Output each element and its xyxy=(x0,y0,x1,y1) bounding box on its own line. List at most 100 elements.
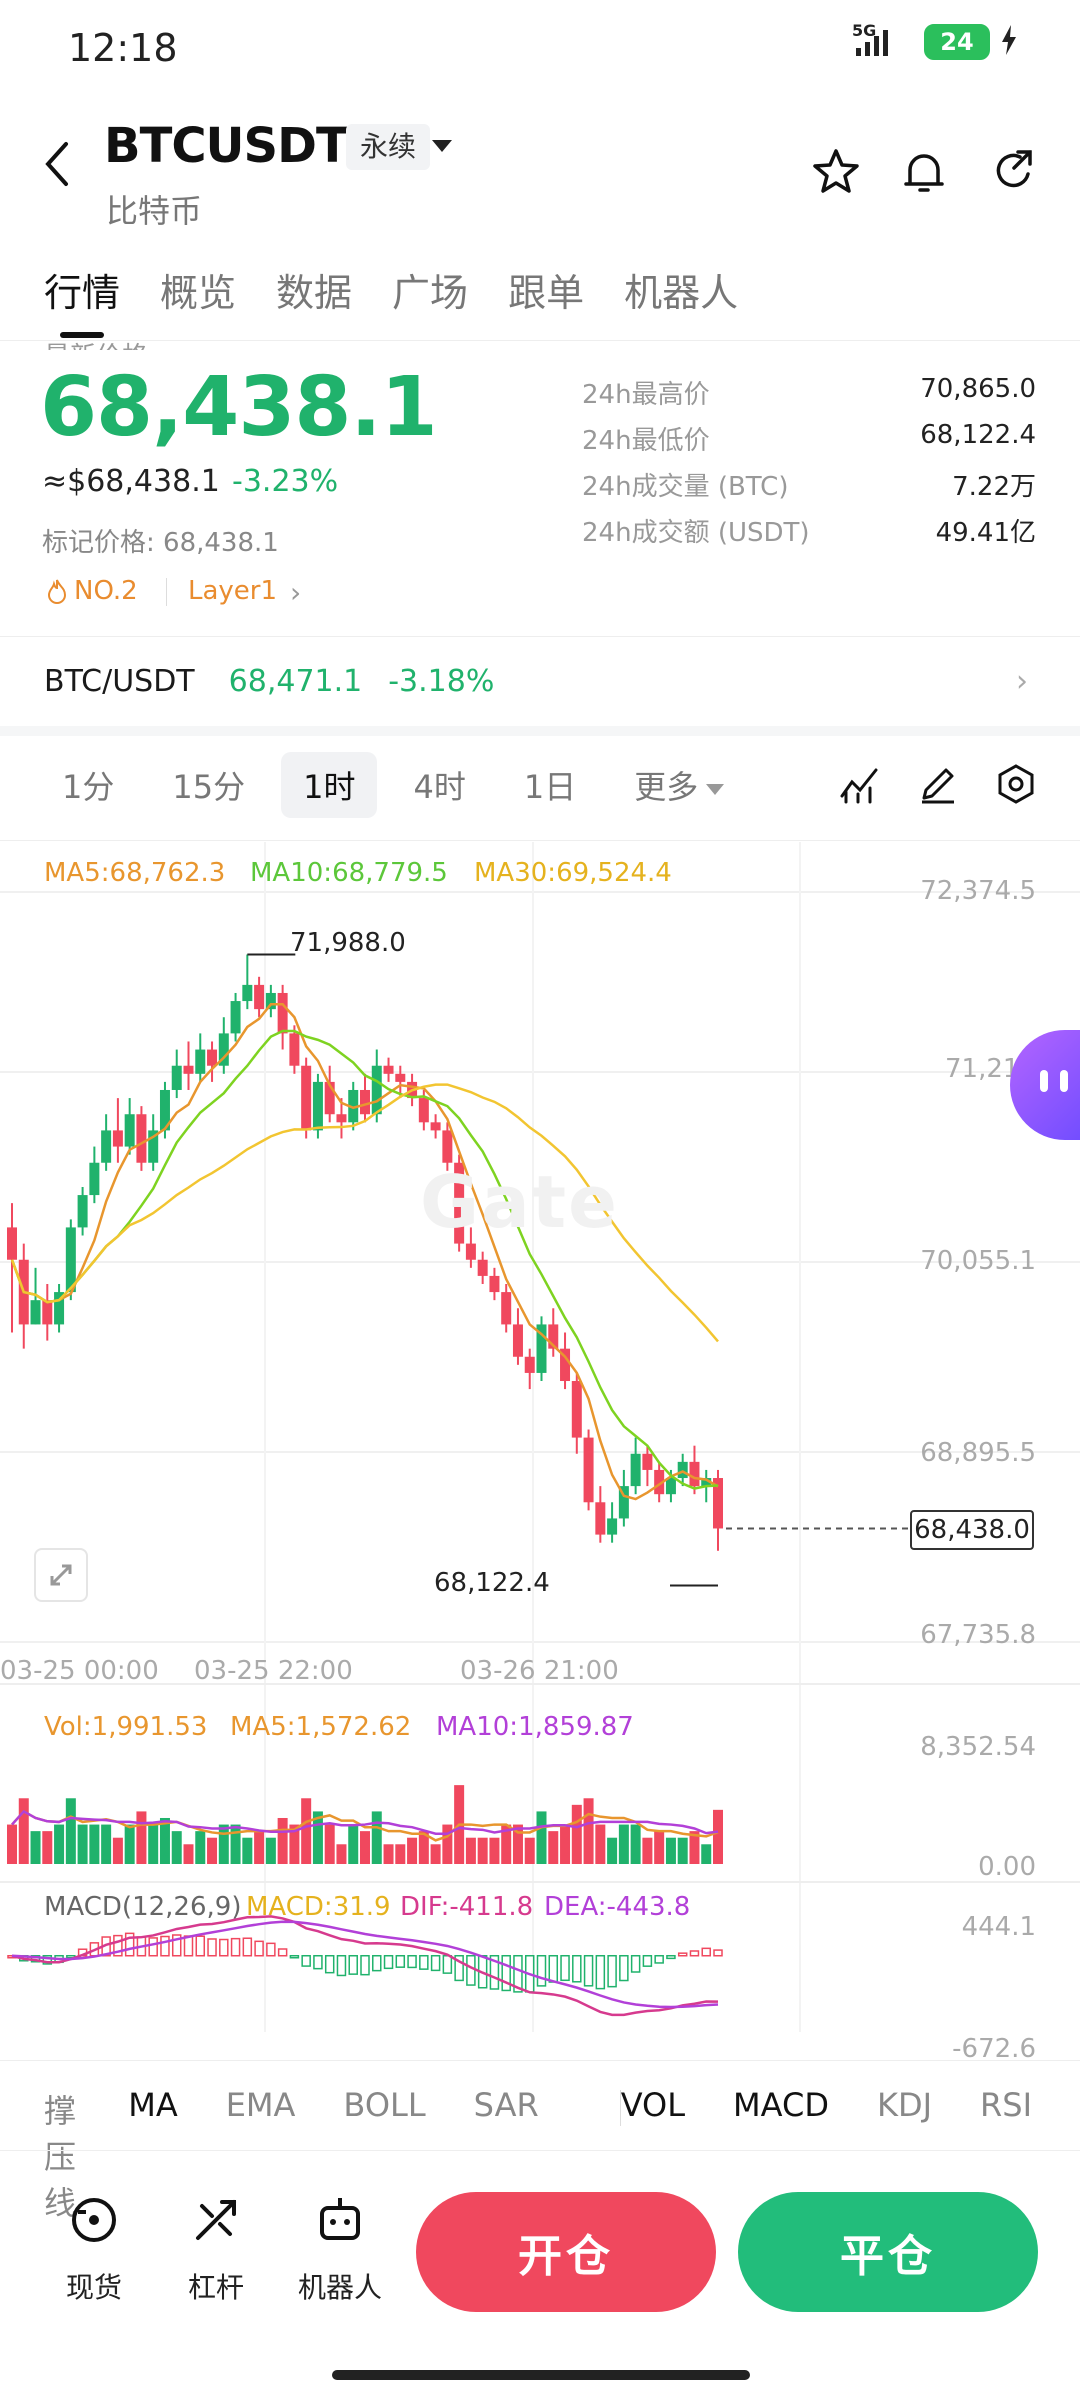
close-position-button[interactable]: 平仓 xyxy=(738,2192,1038,2312)
ma30-legend: MA30:69,524.4 xyxy=(474,858,672,888)
current-price-tag[interactable]: 68,438.0 xyxy=(910,1510,1034,1550)
share-icon[interactable] xyxy=(988,146,1040,198)
macd-histogram-bar xyxy=(536,1954,547,1987)
macd-histogram-bar xyxy=(383,1954,394,1970)
tab-data[interactable]: 数据 xyxy=(276,262,352,317)
more-label: 更多 xyxy=(634,768,699,806)
macd-histogram-bar xyxy=(630,1954,641,1973)
candle xyxy=(7,1227,17,1260)
open-position-button[interactable]: 开仓 xyxy=(416,2192,716,2312)
nav-bot[interactable]: 机器人 xyxy=(280,2192,400,2306)
chevron-left-icon xyxy=(45,142,68,186)
volume-bar xyxy=(630,1824,641,1864)
bell-icon[interactable] xyxy=(898,146,950,198)
vol-y-bottom: 0.00 xyxy=(978,1852,1036,1882)
candle xyxy=(665,1478,676,1495)
candle xyxy=(607,1518,618,1535)
stat-value: 49.41亿 xyxy=(935,518,1036,548)
assistant-bot-button[interactable] xyxy=(1010,1030,1080,1140)
symbol-title[interactable]: BTCUSDT xyxy=(104,118,349,174)
mark-price: 标记价格: 68,438.1 xyxy=(42,528,279,558)
indicator-icon[interactable] xyxy=(838,762,882,806)
fullscreen-button[interactable] xyxy=(34,1548,88,1602)
nav-leverage[interactable]: 杠杆 xyxy=(156,2192,276,2306)
macd-histogram-bar xyxy=(642,1954,653,1967)
tab-bot[interactable]: 机器人 xyxy=(624,262,738,317)
caret-down-icon[interactable] xyxy=(432,140,452,152)
chevron-right-icon[interactable]: › xyxy=(290,576,301,609)
rank-tag[interactable]: NO.2 xyxy=(46,576,138,606)
tab-market[interactable]: 行情 xyxy=(44,262,120,317)
timeframe-15m[interactable]: 15分 xyxy=(150,752,267,818)
tab-square[interactable]: 广场 xyxy=(392,262,468,317)
candle xyxy=(136,1114,147,1163)
stat-value: 7.22万 xyxy=(952,472,1036,502)
spot-price: 68,471.1 xyxy=(228,664,363,699)
draw-pen-icon[interactable] xyxy=(916,762,960,806)
candle xyxy=(77,1195,88,1228)
macd-value-legend: MACD:31.9 xyxy=(246,1892,391,1922)
timeframe-bar: 1分 15分 1时 4时 1日 更多 xyxy=(40,752,746,818)
back-button[interactable] xyxy=(42,140,72,192)
macd-legend: MACD(12,26,9) xyxy=(44,1892,242,1922)
kline-chart[interactable] xyxy=(0,842,1080,2052)
candle xyxy=(512,1324,523,1357)
volume-bar xyxy=(571,1804,582,1864)
candle xyxy=(183,1065,194,1074)
macd-histogram-bar xyxy=(677,1952,688,1957)
volume-bar xyxy=(395,1844,406,1864)
candle xyxy=(571,1381,582,1438)
rank-tag-label: NO.2 xyxy=(74,576,138,606)
sector-tag[interactable]: Layer1 xyxy=(188,576,277,606)
timeframe-1m[interactable]: 1分 xyxy=(40,752,136,818)
spot-pair-row[interactable]: BTC/USDT 68,471.1 -3.18% xyxy=(44,664,494,699)
volume-bar xyxy=(465,1837,476,1864)
candle xyxy=(418,1098,429,1123)
spot-pair: BTC/USDT xyxy=(44,664,195,699)
timeframe-1d[interactable]: 1日 xyxy=(502,752,598,818)
candle xyxy=(442,1130,453,1163)
volume-bar xyxy=(524,1837,535,1864)
candle xyxy=(630,1453,641,1487)
macd-histogram-bar xyxy=(607,1954,617,1988)
candle xyxy=(89,1162,100,1196)
low-price-label: 68,122.4 xyxy=(434,1568,550,1598)
stat-volume: 24h成交量 (BTC) 7.22万 xyxy=(582,466,1036,503)
volume-bar xyxy=(183,1844,194,1864)
settings-icon[interactable] xyxy=(994,762,1038,806)
volume-bar xyxy=(360,1831,370,1864)
last-price-label: 最新价格 xyxy=(44,336,148,350)
contract-type-badge[interactable]: 永续 xyxy=(346,124,431,170)
macd-histogram-bar xyxy=(442,1954,453,1974)
stat-low: 24h最低价 68,122.4 xyxy=(582,420,1036,457)
home-indicator[interactable] xyxy=(332,2370,750,2380)
timeframe-more[interactable]: 更多 xyxy=(612,752,746,818)
volume-bar xyxy=(265,1837,276,1864)
candle xyxy=(524,1356,535,1373)
volume-bar xyxy=(171,1831,182,1864)
macd-histogram-bar xyxy=(148,1937,158,1957)
candle xyxy=(642,1453,653,1470)
volume-bar xyxy=(30,1831,41,1864)
star-icon[interactable] xyxy=(810,146,862,198)
nav-spot[interactable]: 现货 xyxy=(34,2192,154,2306)
spot-change: -3.18% xyxy=(388,664,495,699)
tab-overview[interactable]: 概览 xyxy=(160,262,236,317)
macd-histogram-bar xyxy=(230,1937,241,1957)
macd-histogram-bar xyxy=(583,1954,594,1987)
volume-bar xyxy=(77,1824,88,1864)
tab-copy-trade[interactable]: 跟单 xyxy=(508,262,584,317)
candle xyxy=(312,1081,323,1131)
stat-label: 24h成交量 (BTC) xyxy=(582,472,789,502)
candle xyxy=(501,1292,512,1325)
bot-face-icon xyxy=(1040,1070,1068,1092)
y-tick: 67,735.8 xyxy=(920,1620,1036,1650)
volume-bar xyxy=(7,1824,17,1864)
macd-histogram-bar xyxy=(501,1954,511,1992)
chevron-right-icon[interactable]: › xyxy=(1016,664,1028,699)
timeframe-4h[interactable]: 4时 xyxy=(391,752,487,818)
volume-bar xyxy=(713,1809,723,1864)
candle xyxy=(395,1073,406,1082)
timeframe-1h[interactable]: 1时 xyxy=(281,752,378,818)
vol-legend: Vol:1,991.53 xyxy=(44,1712,208,1742)
